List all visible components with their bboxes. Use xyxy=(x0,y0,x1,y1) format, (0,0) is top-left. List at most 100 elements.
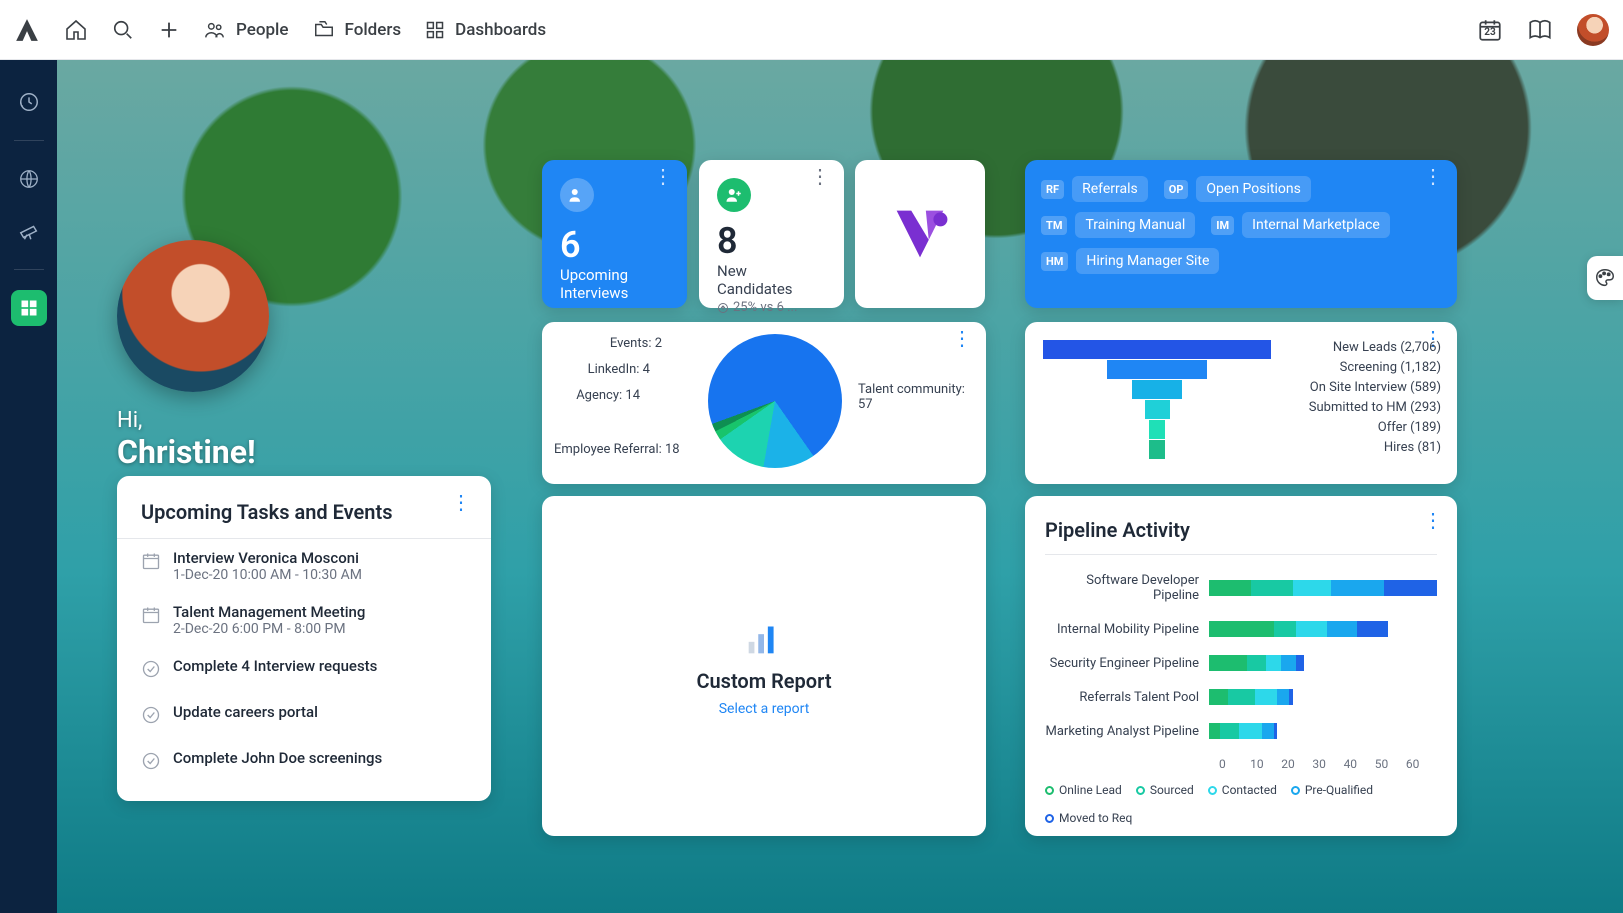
help-book-icon[interactable] xyxy=(1527,17,1553,43)
calendar-icon xyxy=(141,551,161,575)
nav-people[interactable]: People xyxy=(204,19,289,41)
quicklink-label: Open Positions xyxy=(1196,176,1310,202)
home-icon[interactable] xyxy=(64,18,88,42)
bar-segment xyxy=(1255,689,1278,705)
rail-globe-icon[interactable] xyxy=(11,161,47,197)
task-title: Interview Veronica Mosconi xyxy=(173,549,362,567)
legend-swatch xyxy=(1045,814,1054,823)
report-bar-icon xyxy=(741,615,787,661)
bar-segment xyxy=(1384,580,1437,596)
task-item[interactable]: Complete John Doe screenings xyxy=(117,739,491,785)
bar-segment xyxy=(1209,580,1251,596)
check-circle-icon xyxy=(141,751,161,775)
pie-chart xyxy=(708,334,842,468)
report-select-link[interactable]: Select a report xyxy=(719,701,810,717)
pipeline-row: Referrals Talent Pool xyxy=(1045,689,1437,705)
theme-picker-button[interactable] xyxy=(1587,256,1623,300)
pipeline-row-label: Marketing Analyst Pipeline xyxy=(1045,724,1209,739)
dashboard-canvas: Hi, Christine! ⋮ 6 Upcoming Interviews ⋮… xyxy=(57,60,1623,913)
nav-dashboards[interactable]: Dashboards xyxy=(425,20,546,40)
rail-dashboard-icon[interactable] xyxy=(11,290,47,326)
candidates-icon xyxy=(717,178,751,212)
card-menu-icon[interactable]: ⋮ xyxy=(810,174,830,178)
app-logo-icon[interactable] xyxy=(14,17,40,43)
topbar: People Folders Dashboards 23 xyxy=(0,0,1623,60)
nav-dashboards-label: Dashboards xyxy=(455,20,546,40)
card-menu-icon[interactable]: ⋮ xyxy=(451,500,471,504)
task-title: Complete 4 Interview requests xyxy=(173,657,377,675)
tasks-title: Upcoming Tasks and Events xyxy=(117,500,491,539)
task-item[interactable]: Update careers portal xyxy=(117,693,491,739)
pipeline-bar xyxy=(1209,655,1304,671)
quicklink-tm[interactable]: TMTraining Manual xyxy=(1041,212,1195,238)
legend-swatch xyxy=(1291,786,1300,795)
quicklink-op[interactable]: OPOpen Positions xyxy=(1164,176,1311,202)
pipeline-row: Security Engineer Pipeline xyxy=(1045,655,1437,671)
legend-swatch xyxy=(1136,786,1145,795)
nav-folders[interactable]: Folders xyxy=(313,19,402,41)
pipeline-bar xyxy=(1209,689,1293,705)
pipeline-bar xyxy=(1209,621,1388,637)
card-quicklinks: ⋮ RFReferrals OPOpen Positions TMTraining … xyxy=(1025,160,1457,308)
quicklink-label: Internal Marketplace xyxy=(1242,212,1390,238)
card-pipeline: ⋮ Pipeline Activity Software Developer P… xyxy=(1025,496,1457,836)
bar-segment xyxy=(1262,723,1273,739)
task-item[interactable]: Complete 4 Interview requests xyxy=(117,647,491,693)
avatar[interactable] xyxy=(1577,14,1609,46)
bar-segment xyxy=(1327,621,1357,637)
pipeline-bar xyxy=(1209,580,1437,596)
funnel-stage-label: Submitted to HM (293) xyxy=(1309,400,1441,415)
funnel-stage-label: Screening (1,182) xyxy=(1340,360,1441,375)
sidebar-rail xyxy=(0,60,57,913)
quicklink-tag: RF xyxy=(1041,180,1064,199)
pipeline-row-label: Referrals Talent Pool xyxy=(1045,690,1209,705)
pipeline-row-label: Internal Mobility Pipeline xyxy=(1045,622,1209,637)
task-subtitle: 2-Dec-20 6:00 PM - 8:00 PM xyxy=(173,621,365,637)
bar-segment xyxy=(1274,723,1278,739)
pie-slice-label: Agency: 14 xyxy=(554,388,640,403)
task-item[interactable]: Talent Management Meeting2-Dec-20 6:00 P… xyxy=(117,593,491,647)
bar-segment xyxy=(1266,655,1281,671)
pipeline-title: Pipeline Activity xyxy=(1045,518,1437,555)
bar-segment xyxy=(1251,580,1293,596)
calendar-icon[interactable]: 23 xyxy=(1477,17,1503,43)
quicklink-label: Hiring Manager Site xyxy=(1076,248,1219,274)
task-title: Update careers portal xyxy=(173,703,318,721)
add-icon[interactable] xyxy=(158,19,180,41)
pie-slice-label: Events: 2 xyxy=(554,336,662,351)
funnel-stage xyxy=(1132,380,1182,399)
calendar-day: 23 xyxy=(1477,27,1503,38)
legend-item: Contacted xyxy=(1208,783,1277,797)
task-item[interactable]: Interview Veronica Mosconi1-Dec-20 10:00… xyxy=(117,539,491,593)
card-menu-icon[interactable]: ⋮ xyxy=(952,336,972,340)
funnel-stage-label: On Site Interview (589) xyxy=(1310,380,1441,395)
rail-recent-icon[interactable] xyxy=(11,84,47,120)
report-title: Custom Report xyxy=(696,669,831,693)
card-new-candidates[interactable]: ⋮ 8 New Candidates 25% vs 6 ... xyxy=(699,160,844,308)
card-menu-icon[interactable]: ⋮ xyxy=(1423,174,1443,178)
nav-folders-label: Folders xyxy=(345,20,402,40)
legend-item: Sourced xyxy=(1136,783,1194,797)
greeting-name: Christine! xyxy=(117,433,269,471)
quicklink-rf[interactable]: RFReferrals xyxy=(1041,176,1148,202)
quicklink-tag: TM xyxy=(1041,216,1067,235)
pipeline-row-label: Security Engineer Pipeline xyxy=(1045,656,1209,671)
card-menu-icon[interactable]: ⋮ xyxy=(1423,518,1443,522)
legend-item: Pre-Qualified xyxy=(1291,783,1373,797)
quicklink-tag: HM xyxy=(1041,252,1068,271)
greeting: Hi, Christine! xyxy=(117,240,269,471)
search-icon[interactable] xyxy=(112,19,134,41)
bar-segment xyxy=(1228,689,1255,705)
card-upcoming-interviews[interactable]: ⋮ 6 Upcoming Interviews xyxy=(542,160,687,308)
quicklink-im[interactable]: IMInternal Marketplace xyxy=(1211,212,1390,238)
quicklink-hm[interactable]: HM Hiring Manager Site xyxy=(1041,248,1219,274)
bar-segment xyxy=(1209,655,1247,671)
pipeline-row: Internal Mobility Pipeline xyxy=(1045,621,1437,637)
card-menu-icon[interactable]: ⋮ xyxy=(653,174,673,178)
bar-segment xyxy=(1296,655,1304,671)
funnel-stage xyxy=(1107,360,1207,379)
bar-segment xyxy=(1239,723,1262,739)
axis-tick: 50 xyxy=(1375,757,1406,771)
card-brand-logo[interactable] xyxy=(855,160,985,308)
rail-telescope-icon[interactable] xyxy=(11,213,47,249)
